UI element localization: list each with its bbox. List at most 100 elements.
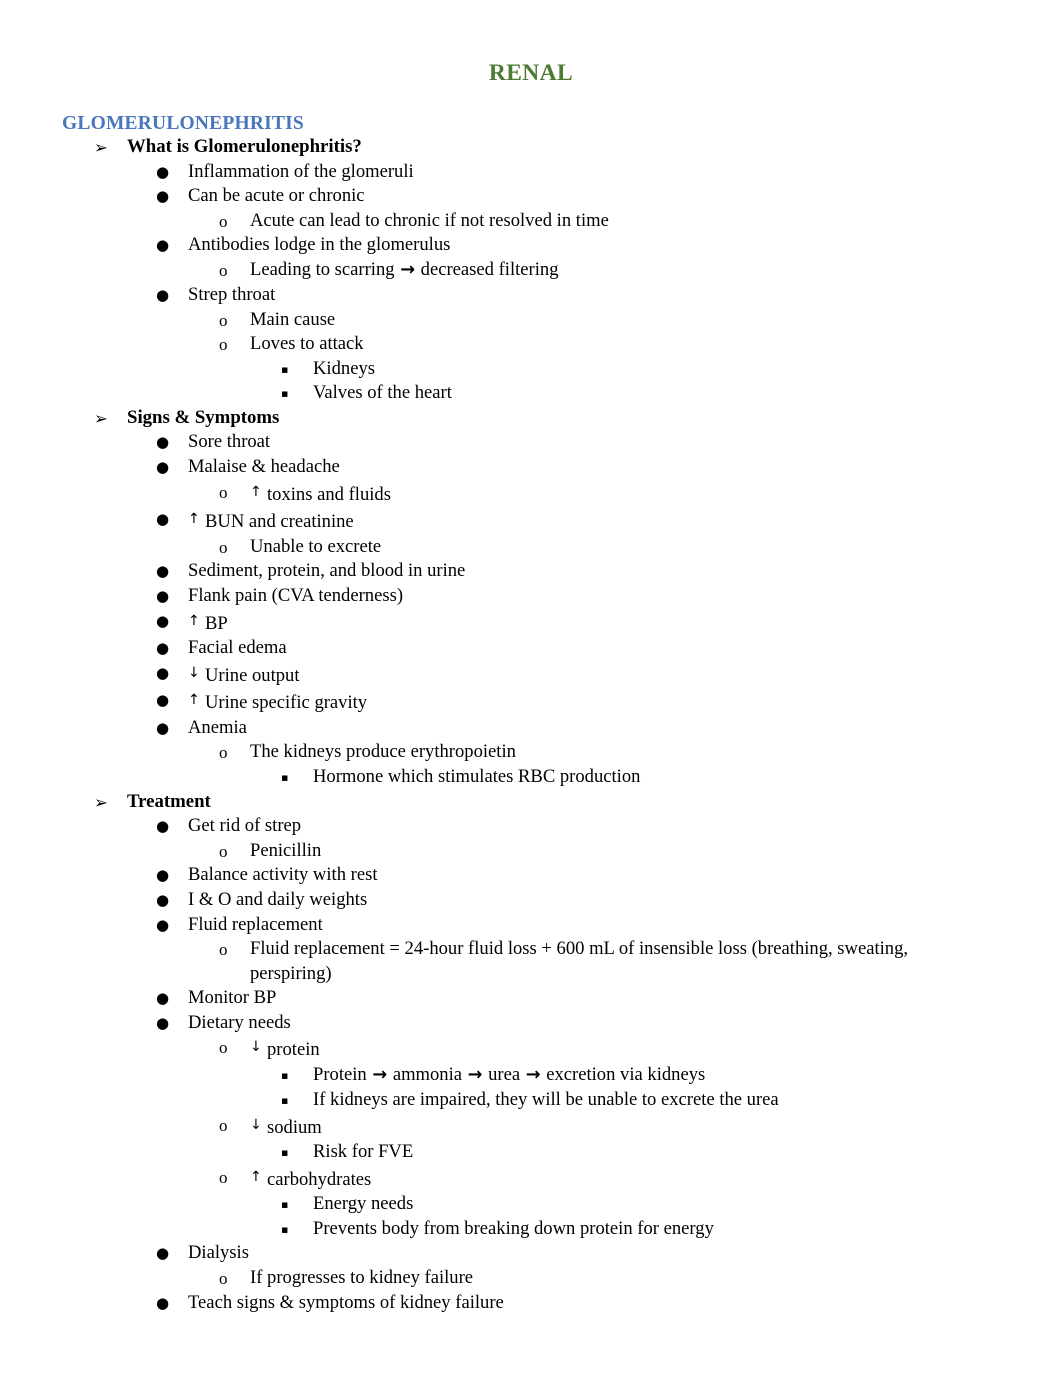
outline-item-text: Risk for FVE [313,1141,414,1163]
outline-item: ● I & O and daily weights [0,888,1062,913]
outline-item-text: Signs & Symptoms [127,406,280,428]
outline-item-text: If kidneys are impaired, they will be un… [313,1088,779,1110]
outline-item-text: Flank pain (CVA tenderness) [188,584,404,606]
bullet-level3-icon: o [219,1167,228,1187]
bullet-level2-icon: ● [156,915,170,934]
outline-item: ▪ Kidneys [0,357,1062,382]
outline-item-text: Sediment, protein, and blood in urine [188,560,466,582]
bullet-level3-icon: o [219,841,228,861]
bullet-level4-icon: ▪ [281,1069,289,1083]
outline-item: ▪ Protein → ammonia → urea → excretion vi… [0,1063,1062,1088]
bullet-level2-icon: ● [156,458,170,477]
right-arrow-icon: → [400,260,416,281]
outline-item-text: Fluid replacement = 24-hour fluid loss +… [250,938,909,984]
bullet-level2-icon: ● [156,989,170,1008]
bullet-level3-icon: o [219,1038,228,1058]
outline-item-text: I & O and daily weights [188,888,368,910]
outline-item-text: Strep throat [188,283,276,305]
outline-item: o Penicillin [0,839,1062,864]
right-arrow-icon: → [467,1065,483,1086]
down-arrow-icon: ↓ [250,1039,263,1056]
outline-item-text: Treatment [127,790,211,812]
outline-item: ● Malaise & headache [0,455,1062,480]
bullet-level2-icon: ● [156,639,170,658]
outline-item: o ↑ toxins and fluids [0,480,1062,508]
outline-item-text: Teach signs & symptoms of kidney failure [188,1291,504,1313]
outline-item-text: ↑ toxins and fluids [250,483,391,505]
outline-item: o Unable to excrete [0,535,1062,560]
outline-item: ● Anemia [0,716,1062,741]
bullet-level2-icon: ● [156,1013,170,1032]
outline-item: ● Sore throat [0,430,1062,455]
page-title: RENAL [488,60,574,86]
outline-item: ● Sediment, protein, and blood in urine [0,559,1062,584]
outline-item-text: Protein → ammonia → urea → excretion via… [313,1064,706,1086]
outline-item: ● Dietary needs [0,1011,1062,1036]
outline-list: ➢ What is Glomerulonephritis? ● Inflammatio… [0,135,1062,1315]
up-arrow-icon: ↑ [188,511,201,528]
outline-item: ● ↑ BUN and creatinine [0,507,1062,535]
outline-item-text: Acute can lead to chronic if not resolve… [250,209,609,231]
down-arrow-icon: ↓ [188,664,201,681]
bullet-level1-icon: ➢ [94,792,108,812]
outline-item: ● Strep throat [0,283,1062,308]
bullet-level3-icon: o [219,335,228,355]
outline-item-text: Inflammation of the glomeruli [188,160,414,182]
outline-item-text: Malaise & headache [188,456,340,478]
outline-item-text: Kidneys [313,357,375,379]
bullet-level2-icon: ● [156,691,170,710]
outline-item-text: Penicillin [250,839,322,861]
outline-item: ➢ What is Glomerulonephritis? [0,135,1062,160]
outline-item: o Loves to attack [0,332,1062,357]
bullet-level4-icon: ▪ [281,1222,289,1236]
outline-item: ▪ Energy needs [0,1192,1062,1217]
outline-item-text: Unable to excrete [250,535,382,557]
outline-item: o Acute can lead to chronic if not resolv… [0,209,1062,234]
outline-item-text: Get rid of strep [188,815,302,837]
outline-item-text: Balance activity with rest [188,864,378,886]
bullet-level4-icon: ▪ [281,770,289,784]
outline-item: ➢ Treatment [0,790,1062,815]
outline-item: o ↓ sodium [0,1113,1062,1141]
bullet-level2-icon: ● [156,162,170,181]
outline-item-text: ↑ Urine specific gravity [188,692,368,714]
outline-item-text: What is Glomerulonephritis? [127,136,362,157]
outline-item-text: Fluid replacement [188,913,323,935]
bullet-level4-icon: ▪ [281,1093,289,1107]
outline-item: o The kidneys produce erythropoietin [0,740,1062,765]
outline-item: ● ↑ BP [0,609,1062,637]
outline-item: ● Teach signs & symptoms of kidney failur… [0,1291,1062,1316]
bullet-level2-icon: ● [156,611,170,630]
outline-item: o ↑ carbohydrates [0,1165,1062,1193]
outline-item: o Fluid replacement = 24-hour fluid loss … [0,937,1062,986]
up-arrow-icon: ↑ [250,1168,263,1185]
bullet-level2-icon: ● [156,890,170,909]
outline-item-text: Leading to scarring → decreased filterin… [250,258,559,281]
bullet-level3-icon: o [219,211,228,231]
right-arrow-icon: → [525,1065,541,1086]
bullet-level2-icon: ● [156,817,170,836]
outline-item-text: Dialysis [188,1242,249,1264]
up-arrow-icon: ↑ [188,612,201,629]
outline-item: ● Inflammation of the glomeruli [0,160,1062,185]
bullet-level3-icon: o [219,260,228,280]
bullet-level1-icon: ➢ [94,408,108,428]
bullet-level2-icon: ● [156,562,170,581]
bullet-level1-icon: ➢ [94,138,108,157]
bullet-level2-icon: ● [156,510,170,529]
bullet-level2-icon: ● [156,663,170,682]
outline-item: ▪ Valves of the heart [0,381,1062,406]
outline-item-text: ↑ BP [188,612,228,634]
outline-item: ➢ Signs & Symptoms [0,406,1062,431]
bullet-level2-icon: ● [156,866,170,885]
outline-item: ▪ If kidneys are impaired, they will be u… [0,1088,1062,1113]
bullet-level4-icon: ▪ [281,1198,289,1212]
document-page: RENAL GLOMERULONEPHRITIS ➢ What is Glomer… [0,0,1062,1377]
outline-item: ▪ Prevents body from breaking down protei… [0,1217,1062,1242]
bullet-level2-icon: ● [156,236,170,255]
outline-item-text: Monitor BP [188,987,277,1009]
bullet-level2-icon: ● [156,1244,170,1263]
bullet-level2-icon: ● [156,1293,170,1312]
bullet-level3-icon: o [219,482,228,502]
outline-item: ● Monitor BP [0,986,1062,1011]
